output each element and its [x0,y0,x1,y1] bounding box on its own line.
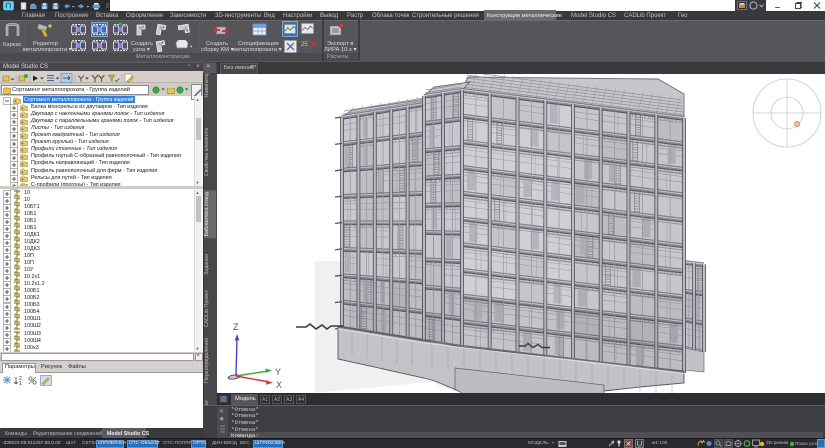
svg-text:Z: Z [233,322,239,332]
svg-text:Y: Y [275,367,281,377]
svg-text:X: X [276,380,282,390]
svg-text:1: 1 [19,381,22,386]
